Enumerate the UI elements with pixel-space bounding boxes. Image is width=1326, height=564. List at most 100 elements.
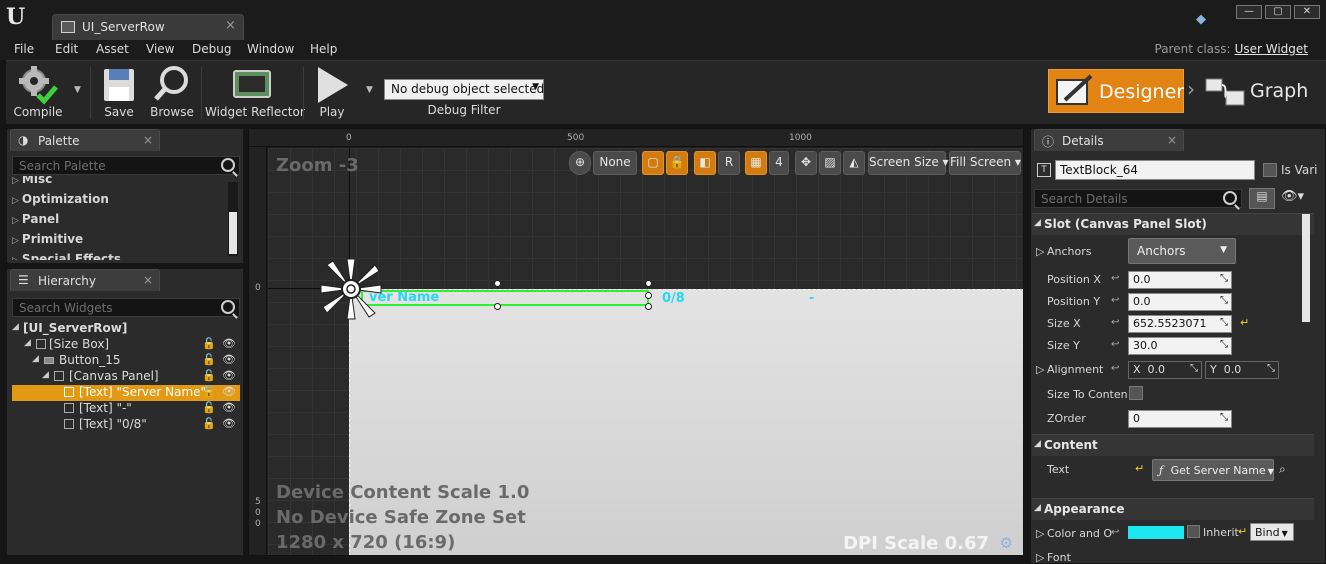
reset-arrow-icon[interactable]: ↩ [1111,363,1119,374]
resize-handle[interactable] [645,303,652,310]
lock-icon[interactable]: 🔓 [202,385,216,398]
details-close-icon[interactable]: × [1167,133,1177,147]
drag-handle-icon[interactable]: ⤡ [1190,363,1198,374]
menu-asset[interactable]: Asset [96,42,129,56]
hierarchy-row-button[interactable]: ◢ Button_15 🔓 👁 [12,353,240,369]
visibility-eye-icon[interactable]: 👁 [222,353,236,366]
localization-preview-dropdown[interactable]: None [593,151,637,175]
screen-size-dropdown[interactable]: Screen Size ▾ [868,151,949,175]
flip-mirror-icon[interactable]: ◭ [843,151,865,175]
drag-handle-icon[interactable]: ⤡ [1220,295,1228,306]
reset-arrow-icon[interactable]: ↩ [1111,527,1119,538]
debug-object-select[interactable]: No debug object selected ▼ [384,79,544,100]
separator-dash-text[interactable]: - [809,291,814,306]
graduation-cap-icon[interactable]: ◆ [1196,12,1212,28]
anchor-medallion-icon[interactable] [319,257,383,321]
designer-mode-button[interactable]: Designer [1048,69,1184,113]
hierarchy-row-root[interactable]: ◢ [UI_ServerRow] [12,321,240,337]
play-button[interactable]: Play [307,63,357,121]
lock-icon[interactable]: 🔓 [202,401,216,414]
visibility-eye-icon[interactable]: 👁 [222,401,236,414]
close-tab-icon[interactable]: × [225,18,236,33]
size-x-field[interactable]: 652.5523071 ⤡ [1128,315,1232,333]
visibility-eye-icon[interactable]: 👁 [222,369,236,382]
hierarchy-row-size-box[interactable]: ◢ [Size Box] 🔓 👁 [12,337,240,353]
compile-options-chevron-icon[interactable]: ▼ [74,85,81,95]
widget-reflector-button[interactable]: Widget Reflector [205,63,305,121]
text-binding-dropdown[interactable]: ƒ Get Server Name ▼ [1152,459,1274,481]
palette-close-icon[interactable]: × [143,133,153,147]
expand-arrow-icon[interactable]: ◢ [42,370,49,380]
expand-arrow-icon[interactable]: ◢ [12,322,19,332]
resize-handle[interactable] [645,292,652,299]
dashed-outline-toggle-icon[interactable]: ▢ [642,151,664,175]
dpi-settings-gear-icon[interactable]: ⚙ [1000,534,1013,552]
inherit-checkbox[interactable] [1187,525,1200,538]
play-options-chevron-icon[interactable]: ▼ [366,85,373,95]
alignment-y-field[interactable]: Y 0.0 ⤡ [1205,361,1279,379]
palette-scroll-thumb[interactable] [229,212,237,254]
menu-help[interactable]: Help [310,42,337,56]
lock-toggle-icon[interactable]: 🔒 [666,151,688,175]
fill-screen-dropdown[interactable]: Fill Screen ▾ [949,151,1021,175]
resize-handle[interactable] [494,280,501,287]
expand-arrow-icon[interactable]: ◢ [24,338,31,348]
size-to-content-checkbox[interactable] [1129,386,1143,400]
resize-handle[interactable] [494,303,501,310]
resize-handle[interactable] [645,280,652,287]
background-image-icon[interactable]: ▨ [819,151,841,175]
designer-viewport[interactable]: 0 500 1000 0 5 0 0 Zoom -3 ⊕ None ▢ 🔒 ◧ … [248,128,1024,556]
size-y-field[interactable]: 30.0 ⤡ [1128,337,1232,355]
hierarchy-search-input[interactable]: Search Widgets [12,298,240,317]
drag-handle-icon[interactable]: ⤡ [1220,317,1228,328]
expand-arrow-icon[interactable]: ◢ [32,354,39,364]
respect-locks-button[interactable]: R [718,151,740,175]
slot-section-header[interactable]: ◢ Slot (Canvas Panel Slot) [1032,213,1314,235]
reset-arrow-icon[interactable]: ↩ [1111,295,1119,306]
details-search-input[interactable]: Search Details [1034,189,1242,208]
lock-icon[interactable]: 🔓 [202,417,216,430]
binding-indicator-icon[interactable]: ↵ [1238,525,1247,538]
hierarchy-tab[interactable]: ☰ Hierarchy × [10,269,160,291]
alignment-x-field[interactable]: X 0.0 ⤡ [1128,361,1202,379]
color-swatch[interactable] [1128,526,1184,539]
palette-category-panel[interactable]: Panel [12,212,59,226]
palette-category-special-effects[interactable]: Special Effects [12,252,121,260]
menu-window[interactable]: Window [247,42,294,56]
zoom-to-fit-icon[interactable]: ✥ [795,151,817,175]
player-count-text[interactable]: 0/8 [662,291,685,306]
hierarchy-close-icon[interactable]: × [143,273,153,287]
lock-icon[interactable]: 🔓 [202,353,216,366]
is-variable-checkbox[interactable] [1263,163,1277,177]
graph-mode-button[interactable]: Graph [1202,69,1314,113]
maximize-button[interactable]: ▢ [1265,5,1291,19]
visibility-eye-icon[interactable]: 👁 [222,417,236,430]
menu-file[interactable]: File [14,42,34,56]
details-scroll-thumb[interactable] [1302,214,1310,322]
compile-button[interactable]: Compile [8,63,68,121]
position-x-field[interactable]: 0.0 ⤡ [1128,271,1232,289]
expand-arrow-icon[interactable]: ▷ [1036,527,1044,540]
parent-class-link[interactable]: User Widget [1235,42,1308,56]
expand-arrow-icon[interactable]: ▷ [1036,363,1044,376]
visibility-eye-icon[interactable]: 👁 [222,385,236,398]
drag-handle-icon[interactable]: ⤡ [1220,339,1228,350]
grid-snap-icon[interactable]: ▦ [745,151,767,175]
hierarchy-row-canvas-panel[interactable]: ◢ [Canvas Panel] 🔓 👁 [12,369,240,385]
property-matrix-icon[interactable]: ▤ [1249,188,1275,209]
menu-view[interactable]: View [146,42,174,56]
lock-icon[interactable]: 🔓 [202,369,216,382]
browse-to-function-icon[interactable]: ⌕ [1279,462,1286,477]
reset-arrow-icon[interactable]: ↩ [1111,273,1119,284]
browse-button[interactable]: Browse [147,63,197,121]
reset-arrow-icon[interactable]: ↩ [1111,339,1119,350]
menu-debug[interactable]: Debug [192,42,231,56]
visibility-filter-eye-icon[interactable]: 👁▾ [1281,189,1304,204]
bind-dropdown[interactable]: Bind ▼ [1250,523,1294,541]
widget-name-input[interactable]: TextBlock_64 [1055,160,1255,180]
anchors-dropdown[interactable]: Anchors ▼ [1128,238,1236,264]
grid-size-value[interactable]: 4 [769,151,789,175]
zorder-field[interactable]: 0 ⤡ [1128,410,1232,428]
transform-mode-icon[interactable]: ◧ [694,151,716,175]
expand-arrow-icon[interactable]: ▷ [1036,551,1044,564]
